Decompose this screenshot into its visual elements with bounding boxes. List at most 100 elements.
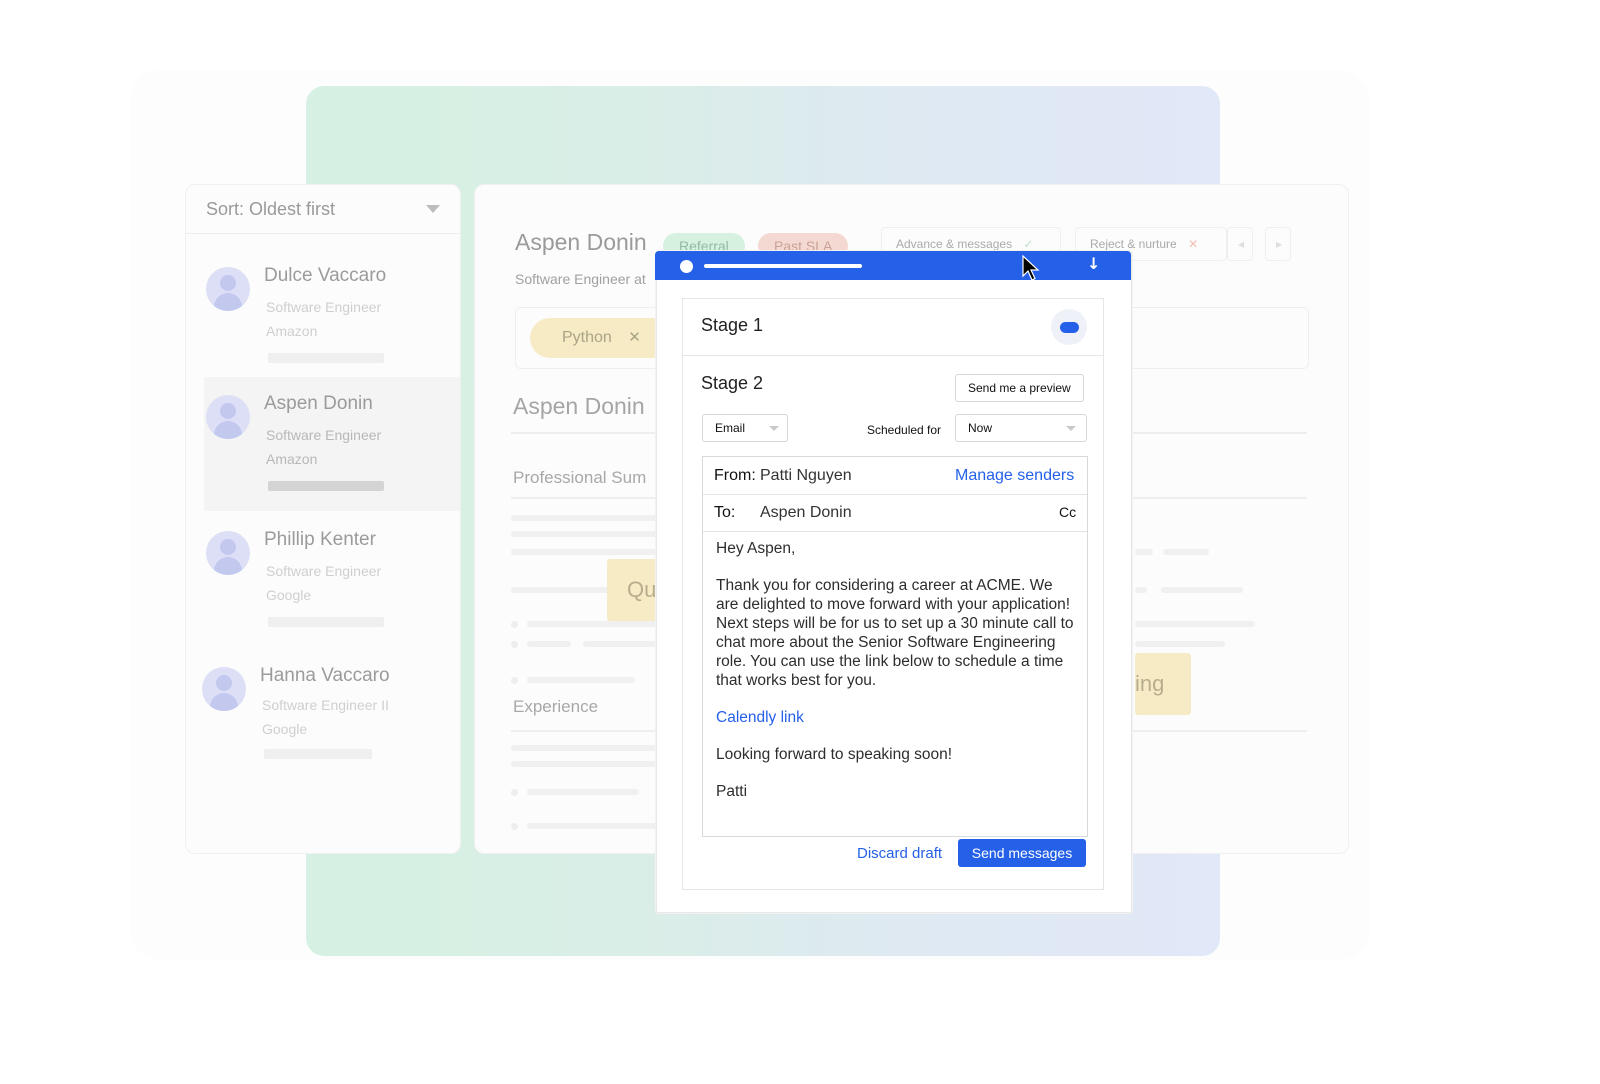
advance-button-label: Advance & messages — [896, 237, 1013, 251]
signature: Patti — [716, 783, 748, 800]
arrow-down-icon[interactable]: ↓ — [1087, 254, 1100, 273]
placeholder-line — [527, 823, 661, 829]
placeholder-line — [511, 549, 661, 555]
send-preview-button[interactable]: Send me a preview — [955, 374, 1084, 402]
placeholder-line — [1163, 549, 1209, 555]
sticky-note-right: ing — [1135, 653, 1191, 715]
reject-button-label: Reject & nurture — [1090, 237, 1177, 251]
section-name-heading: Aspen Donin — [513, 393, 645, 419]
message-composer-modal: ↓ Stage 1 Stage 2 Send me a preview Emai… — [655, 251, 1132, 913]
remove-icon[interactable]: ✕ — [628, 329, 641, 346]
chevron-down-icon — [1066, 426, 1076, 431]
stage-2-title: Stage 2 — [701, 373, 764, 393]
to-label: To: — [714, 504, 736, 521]
candidate-name: Dulce Vaccaro — [264, 265, 387, 286]
candidate-company: Amazon — [266, 323, 318, 339]
scheduled-label: Scheduled for — [867, 423, 942, 437]
from-label: From: — [714, 467, 756, 484]
sort-label: Sort: Oldest first — [206, 198, 336, 219]
mouse-cursor-icon — [1022, 255, 1040, 281]
candidate-progress — [268, 481, 384, 491]
candidate-name: Phillip Kenter — [264, 529, 376, 550]
closing: Looking forward to speaking soon! — [716, 746, 953, 763]
placeholder-line — [1161, 587, 1243, 593]
placeholder-line — [527, 621, 661, 627]
placeholder-line — [1135, 549, 1153, 555]
schedule-select[interactable]: Now — [955, 414, 1087, 442]
placeholder-line — [511, 531, 661, 537]
email-editor: From: Patti Nguyen Manage senders To: As… — [702, 456, 1088, 837]
prev-candidate-button[interactable]: ◂ — [1227, 227, 1253, 261]
profile-role: Software Engineer at — [515, 271, 646, 287]
toggle-icon — [1060, 322, 1079, 333]
placeholder-line — [583, 641, 661, 647]
channel-select[interactable]: Email — [702, 414, 788, 442]
discard-draft-button[interactable]: Discard draft — [857, 845, 942, 862]
avatar — [206, 267, 250, 311]
bullet — [511, 641, 518, 648]
channel-value: Email — [715, 421, 746, 435]
stage-1-title: Stage 1 — [701, 315, 764, 335]
candidate-item-selected[interactable]: Aspen Donin Software Engineer Amazon — [204, 377, 460, 511]
candidate-progress — [268, 617, 384, 627]
caret-left-icon: ◂ — [1238, 237, 1245, 251]
candidate-item[interactable]: Dulce Vaccaro Software Engineer Amazon — [186, 237, 460, 371]
to-value[interactable]: Aspen Donin — [760, 494, 852, 531]
caret-right-icon: ▸ — [1276, 237, 1283, 251]
greeting: Hey Aspen, — [716, 540, 796, 557]
candidate-title: Software Engineer — [266, 427, 382, 443]
avatar — [206, 531, 250, 575]
from-value[interactable]: Patti Nguyen — [760, 457, 852, 494]
calendly-link[interactable]: Calendly link — [716, 708, 1076, 727]
chevron-down-icon — [769, 426, 779, 431]
skill-label: Python — [562, 329, 612, 346]
experience-heading: Experience — [513, 697, 599, 716]
bullet — [511, 789, 518, 796]
placeholder-line — [1135, 641, 1225, 647]
avatar — [206, 395, 250, 439]
bullet — [511, 677, 518, 684]
cc-button[interactable]: Cc — [1059, 494, 1076, 531]
placeholder-line — [511, 515, 661, 521]
candidate-item[interactable]: Hanna Vaccaro Software Engineer II Googl… — [186, 647, 460, 781]
to-row: To: Aspen Donin Cc — [703, 494, 1087, 532]
placeholder-line — [1135, 621, 1255, 627]
progress-dot — [680, 260, 693, 273]
placeholder-line — [527, 677, 635, 683]
schedule-value: Now — [968, 421, 993, 435]
candidate-progress — [264, 749, 372, 759]
stage-1-toggle[interactable] — [1051, 309, 1087, 345]
candidate-company: Google — [266, 587, 312, 603]
placeholder-line — [527, 641, 571, 647]
summary-heading: Professional Sum — [513, 468, 647, 487]
candidate-title: Software Engineer — [266, 563, 382, 579]
placeholder-line — [527, 789, 639, 795]
candidate-item[interactable]: Phillip Kenter Software Engineer Google — [186, 511, 460, 645]
body-paragraph: Thank you for considering a career at AC… — [716, 577, 1074, 689]
placeholder-line — [511, 761, 661, 767]
chevron-down-icon — [426, 205, 440, 213]
candidate-list-panel: Sort: Oldest first Dulce Vaccaro Softwar… — [185, 184, 461, 854]
stage-1-row: Stage 1 — [683, 299, 1103, 356]
candidate-progress — [268, 353, 384, 363]
candidate-name: Aspen Donin — [264, 393, 373, 414]
from-row: From: Patti Nguyen Manage senders — [703, 457, 1087, 495]
profile-name: Aspen Donin — [515, 229, 647, 255]
candidate-company: Google — [262, 721, 308, 737]
sort-dropdown[interactable]: Sort: Oldest first — [186, 185, 460, 234]
candidate-title: Software Engineer II — [262, 697, 389, 713]
close-icon: ✕ — [1188, 237, 1199, 251]
send-messages-button[interactable]: Send messages — [958, 839, 1086, 867]
progress-line — [704, 264, 862, 268]
candidate-name: Hanna Vaccaro — [260, 665, 390, 686]
next-candidate-button[interactable]: ▸ — [1265, 227, 1291, 261]
placeholder-line — [511, 745, 661, 751]
skill-tag[interactable]: Python ✕ — [530, 318, 673, 358]
avatar — [202, 667, 246, 711]
email-body[interactable]: Hey Aspen, Thank you for considering a c… — [716, 539, 1076, 819]
check-icon: ✓ — [1023, 237, 1034, 251]
modal-top-bar: ↓ — [655, 251, 1131, 281]
candidate-title: Software Engineer — [266, 299, 382, 315]
bullet — [511, 621, 518, 628]
manage-senders-link[interactable]: Manage senders — [955, 457, 1074, 494]
